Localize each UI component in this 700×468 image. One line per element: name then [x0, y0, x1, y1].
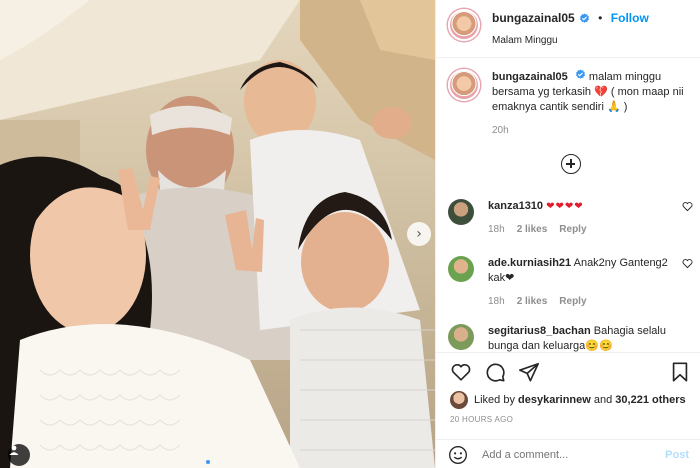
- post-header: bungazainal05 • Follow Malam Minggu: [436, 0, 700, 58]
- liker-username[interactable]: desykarinnew: [518, 394, 591, 406]
- post-sidebar: bungazainal05 • Follow Malam Minggu bung…: [435, 0, 700, 468]
- comment-item: ade.kurniasih21 Anak2ny Ganteng2 kak❤ 18…: [448, 256, 693, 309]
- follow-button[interactable]: Follow: [611, 11, 649, 25]
- user-tag-icon[interactable]: [8, 444, 30, 466]
- caption-avatar[interactable]: [448, 69, 480, 101]
- reply-button[interactable]: Reply: [559, 222, 586, 237]
- likes-prefix: Liked by: [474, 394, 515, 406]
- commenter-username[interactable]: kanza1310: [488, 200, 543, 212]
- comment-input[interactable]: [482, 448, 666, 461]
- author-username-text[interactable]: bungazainal05: [492, 11, 575, 25]
- author-username[interactable]: bungazainal05: [492, 11, 590, 25]
- likes-summary: Liked by desykarinnew and 30,221 others: [450, 391, 686, 409]
- comment-likes[interactable]: 2 likes: [517, 222, 548, 237]
- next-photo-arrow[interactable]: ›: [407, 222, 431, 246]
- carousel-dots: [206, 460, 217, 464]
- comment-item: kanza1310 ❤❤❤❤ 18h 2 likes Reply: [448, 199, 693, 237]
- author-avatar[interactable]: [448, 9, 480, 41]
- post-actions: Liked by desykarinnew and 30,221 others …: [436, 352, 700, 468]
- caption-text-block: bungazainal05 malam minggu bersama yg te…: [492, 69, 686, 115]
- like-comment-icon[interactable]: [682, 201, 693, 212]
- caption-username[interactable]: bungazainal05: [492, 71, 568, 83]
- comment-item: segitarius8_bachan Bahagia selalu bunga …: [448, 324, 693, 352]
- post-photo[interactable]: ›: [0, 0, 435, 468]
- commenter-avatar[interactable]: [448, 256, 474, 282]
- comment-likes[interactable]: 2 likes: [517, 294, 548, 309]
- share-paper-plane-icon[interactable]: [518, 361, 540, 383]
- comment-time[interactable]: 18h: [488, 222, 505, 237]
- liker-avatar[interactable]: [450, 391, 468, 409]
- location-link[interactable]: Malam Minggu: [492, 35, 649, 46]
- photo-scene: [0, 0, 435, 468]
- add-comment-bar: Post: [436, 439, 700, 468]
- comment-text: ❤❤❤❤: [546, 201, 584, 212]
- commenter-username[interactable]: ade.kurniasih21: [488, 257, 571, 269]
- header-separator: •: [598, 11, 603, 25]
- commenter-avatar[interactable]: [448, 199, 474, 225]
- post-timestamp[interactable]: 20 HOURS AGO: [450, 415, 513, 424]
- commenter-avatar[interactable]: [448, 324, 474, 350]
- caption-time[interactable]: 20h: [492, 125, 686, 136]
- likes-count[interactable]: 30,221 others: [615, 394, 685, 406]
- emoji-smiley-icon[interactable]: [448, 445, 468, 465]
- carousel-dot-active: [206, 460, 210, 464]
- load-more-comments-icon[interactable]: [561, 154, 581, 174]
- post-comment-button[interactable]: Post: [665, 449, 689, 461]
- like-heart-icon[interactable]: [450, 361, 472, 383]
- reply-button[interactable]: Reply: [559, 294, 586, 309]
- save-bookmark-icon[interactable]: [669, 361, 691, 383]
- likes-and: and: [593, 394, 613, 406]
- comment-bubble-icon[interactable]: [484, 361, 506, 383]
- comment-time[interactable]: 18h: [488, 294, 505, 309]
- like-comment-icon[interactable]: [682, 258, 693, 269]
- carousel-dot: [213, 460, 217, 464]
- verified-badge-icon: [575, 69, 585, 79]
- verified-badge-icon: [579, 12, 589, 23]
- commenter-username[interactable]: segitarius8_bachan: [488, 325, 591, 337]
